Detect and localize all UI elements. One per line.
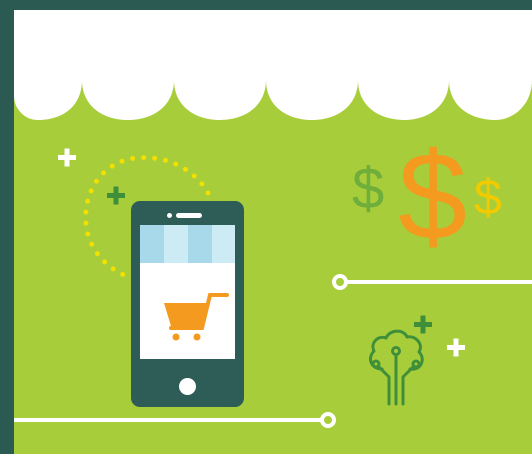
connector-node-bottom-icon	[320, 412, 336, 428]
phone-screen	[140, 225, 235, 359]
smartphone-icon	[131, 201, 244, 407]
dollar-sign-left-icon: $	[352, 156, 385, 221]
dollar-sign-middle-icon: $	[398, 128, 467, 266]
phone-store-scene	[140, 225, 235, 341]
plus-icon-dark-right	[414, 315, 432, 334]
phone-awning-icon	[140, 225, 235, 272]
illustration-canvas: $ $ $	[0, 0, 532, 454]
plus-icon-white-top-left	[58, 148, 76, 167]
phone-speaker	[176, 213, 202, 218]
plus-icon-white-right	[447, 338, 465, 357]
plus-icon-dark-left	[107, 186, 125, 205]
shopping-cart-icon	[164, 293, 229, 341]
phone-home-button	[179, 378, 196, 395]
phone-camera	[167, 213, 172, 218]
circuit-tree-icon	[369, 329, 424, 406]
dollar-sign-right-icon: $	[474, 169, 502, 225]
connector-node-right-icon	[332, 274, 348, 290]
